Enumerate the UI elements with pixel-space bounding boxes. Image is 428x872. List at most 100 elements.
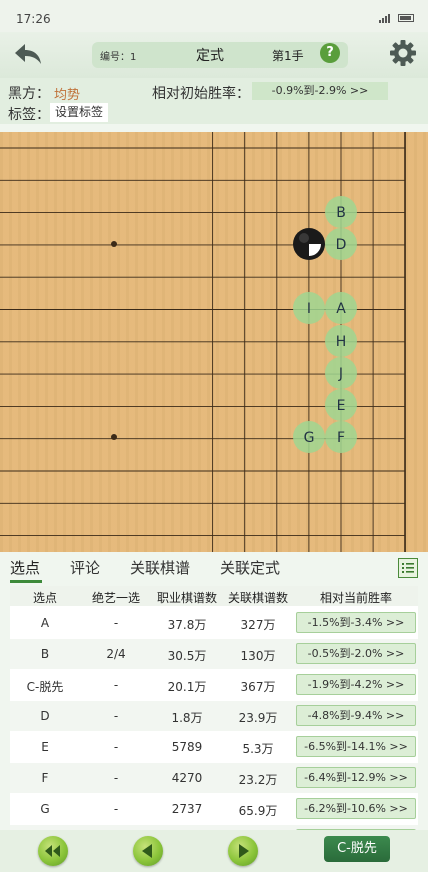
candidate-label: A bbox=[336, 301, 346, 317]
row-jueyi: - bbox=[113, 616, 119, 630]
signal-icon bbox=[379, 13, 390, 23]
status-time: 17:26 bbox=[16, 12, 51, 26]
row-pro-games: 2737 bbox=[171, 802, 203, 816]
row-related-games: 327万 bbox=[240, 618, 276, 632]
candidate-label: B bbox=[336, 205, 346, 221]
tab-comments[interactable]: 评论 bbox=[70, 557, 100, 578]
row-jueyi: - bbox=[113, 678, 119, 692]
black-value: 均势 bbox=[54, 88, 81, 103]
table-row[interactable]: D - 1.8万 23.9万 -4.8%到-9.4% >> bbox=[10, 701, 418, 731]
table-row[interactable]: E - 5789 5.3万 -6.5%到-14.1% >> bbox=[10, 732, 418, 762]
row-pro-games: 37.8万 bbox=[167, 618, 207, 632]
go-board[interactable]: BD I A HJE G F bbox=[0, 132, 428, 552]
row-jueyi: - bbox=[113, 709, 119, 723]
row-point: F bbox=[41, 771, 49, 785]
tab-related-games[interactable]: 关联棋谱 bbox=[130, 557, 190, 578]
help-icon[interactable]: ? bbox=[320, 43, 340, 63]
row-related-games: 23.9万 bbox=[238, 711, 278, 725]
list-icon[interactable] bbox=[398, 558, 418, 578]
header-point: 选点 bbox=[32, 591, 57, 605]
row-related-games: 130万 bbox=[240, 649, 276, 663]
tab-related-joseki[interactable]: 关联定式 bbox=[220, 557, 280, 578]
header-relative-winrate: 相对当前胜率 bbox=[319, 591, 392, 605]
candidate-j[interactable]: J bbox=[325, 357, 357, 389]
next-move-button[interactable] bbox=[228, 836, 258, 866]
status-icons bbox=[379, 13, 414, 23]
candidates-table: 选点 绝艺一选 职业棋谱数 关联棋谱数 相对当前胜率 A -37.8万 327万 -1… bbox=[10, 586, 418, 830]
row-pro-games: 20.1万 bbox=[167, 680, 207, 694]
winrate-button[interactable]: -0.9%到-2.9% >> bbox=[252, 82, 388, 100]
candidate-e[interactable]: E bbox=[325, 389, 357, 421]
page-title: 定式 bbox=[196, 48, 224, 64]
row-related-games: 65.9万 bbox=[238, 804, 278, 818]
battery-icon bbox=[398, 14, 414, 22]
status-bar: 17:26 bbox=[0, 0, 428, 32]
row-point: D bbox=[40, 709, 50, 723]
tag-label: 标签： bbox=[8, 107, 50, 123]
row-pro-games: 1.8万 bbox=[171, 711, 203, 725]
header: 编号：1 定式 第1手 ? bbox=[0, 32, 428, 78]
right-triangle-icon bbox=[239, 844, 249, 858]
row-point: A bbox=[40, 616, 50, 630]
table-header: 选点 绝艺一选 职业棋谱数 关联棋谱数 相对当前胜率 bbox=[10, 586, 418, 606]
footer-toolbar: C-脱先 bbox=[0, 830, 428, 872]
row-jueyi: - bbox=[113, 740, 119, 754]
header-jueyi: 绝艺一选 bbox=[91, 591, 140, 605]
double-left-icon bbox=[45, 845, 60, 857]
row-winrate-button[interactable]: -4.8%到-9.4% >> bbox=[296, 705, 416, 726]
back-arrow-icon[interactable] bbox=[12, 40, 44, 68]
row-related-games: 23.2万 bbox=[238, 773, 278, 787]
candidate-label: H bbox=[336, 334, 347, 350]
table-row[interactable]: F - 4270 23.2万 -6.4%到-12.9% >> bbox=[10, 763, 418, 793]
row-jueyi: - bbox=[113, 771, 119, 785]
tenuki-button[interactable]: C-脱先 bbox=[324, 836, 390, 862]
row-winrate-button[interactable]: -6.4%到-12.9% >> bbox=[296, 767, 416, 788]
set-tag-button[interactable]: 设置标签 bbox=[50, 103, 108, 122]
candidate-d[interactable]: D bbox=[325, 228, 357, 260]
row-winrate-button[interactable]: -0.5%到-2.0% >> bbox=[296, 643, 416, 664]
board-svg[interactable]: BD I A HJE G F bbox=[0, 132, 428, 552]
candidate-f[interactable]: F bbox=[325, 421, 357, 453]
row-pro-games: 5789 bbox=[171, 740, 203, 754]
row-related-games: 367万 bbox=[240, 680, 276, 694]
row-pro-games: 30.5万 bbox=[167, 649, 207, 663]
table-row[interactable]: C-脱先 - 20.1万 367万 -1.9%到-4.2% >> bbox=[10, 670, 418, 700]
tab-bar: 选点 评论 关联棋谱 关联定式 bbox=[0, 552, 428, 584]
candidate-label: E bbox=[337, 398, 346, 414]
candidate-g[interactable]: G bbox=[293, 421, 325, 453]
star-point bbox=[111, 434, 117, 440]
table-row[interactable]: B 2/4 30.5万 130万 -0.5%到-2.0% >> bbox=[10, 639, 418, 669]
row-point: E bbox=[41, 740, 49, 754]
candidate-label: F bbox=[337, 430, 345, 446]
table-row[interactable]: A - 37.8万 327万 -1.5%到-3.4% >> bbox=[10, 608, 418, 638]
joseki-number: 编号：1 bbox=[100, 52, 137, 63]
candidate-b[interactable]: B bbox=[325, 196, 357, 228]
gear-icon[interactable] bbox=[388, 38, 418, 68]
row-point: C-脱先 bbox=[26, 680, 64, 694]
candidate-h[interactable]: H bbox=[325, 325, 357, 357]
row-winrate-button[interactable]: -1.9%到-4.2% >> bbox=[296, 674, 416, 695]
winrate-label: 相对初始胜率： bbox=[152, 86, 250, 102]
first-move-button[interactable] bbox=[38, 836, 68, 866]
left-triangle-icon bbox=[142, 844, 152, 858]
tab-candidates[interactable]: 选点 bbox=[10, 557, 40, 578]
row-related-games: 5.3万 bbox=[242, 742, 274, 756]
candidate-label: I bbox=[307, 301, 311, 317]
black-stone[interactable] bbox=[293, 228, 325, 260]
candidate-i[interactable]: I bbox=[293, 292, 325, 324]
info-panel: 黑方： 均势 相对初始胜率： -0.9%到-2.9% >> 标签： 设置标签 bbox=[0, 78, 428, 124]
row-jueyi: - bbox=[113, 802, 119, 816]
row-jueyi: 2/4 bbox=[106, 647, 126, 661]
candidate-a[interactable]: A bbox=[325, 292, 357, 324]
move-number: 第1手 bbox=[272, 49, 304, 63]
row-pro-games: 4270 bbox=[171, 771, 203, 785]
candidate-label: D bbox=[336, 237, 347, 253]
table-row[interactable]: G - 2737 65.9万 -6.2%到-10.6% >> bbox=[10, 794, 418, 824]
row-winrate-button[interactable]: -6.2%到-10.6% >> bbox=[296, 798, 416, 819]
row-winrate-button[interactable]: -6.5%到-14.1% >> bbox=[296, 736, 416, 757]
row-winrate-button[interactable]: -1.5%到-3.4% >> bbox=[296, 612, 416, 633]
prev-move-button[interactable] bbox=[133, 836, 163, 866]
candidate-label: G bbox=[304, 430, 315, 446]
black-label: 黑方： bbox=[8, 86, 50, 102]
row-point: B bbox=[40, 647, 50, 661]
